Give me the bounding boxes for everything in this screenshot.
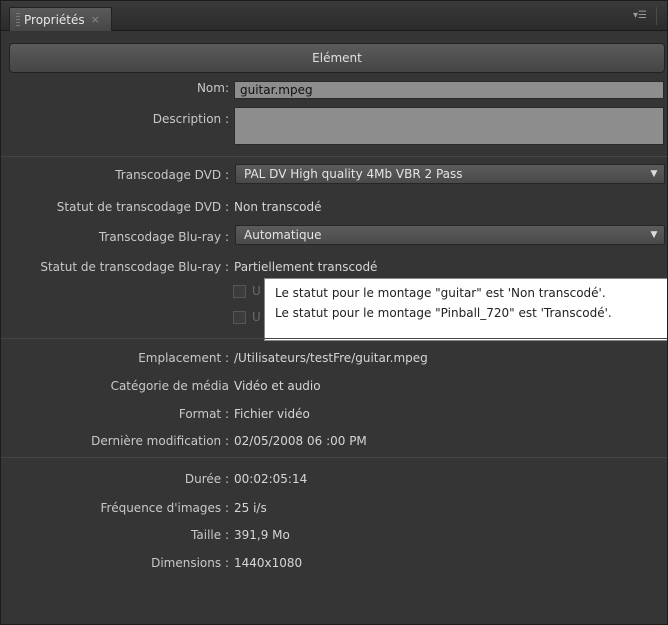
panel-menu-divider xyxy=(656,7,657,25)
dvd-status-label: Statut de transcodage DVD : xyxy=(56,200,229,214)
nom-label: Nom: xyxy=(196,81,229,95)
chevron-down-icon[interactable]: ▼ xyxy=(644,165,664,183)
bluray-transcode-label: Transcodage Blu-ray : xyxy=(98,230,229,244)
grip-icon[interactable] xyxy=(16,12,20,27)
chevron-down-icon[interactable]: ▼ xyxy=(644,226,664,244)
tab-label: Propriétés xyxy=(24,12,85,27)
description-field[interactable] xyxy=(234,107,664,145)
categorie-value: Vidéo et audio xyxy=(234,379,321,393)
bluray-status-value: Partiellement transcodé xyxy=(234,260,378,274)
checkbox-row-2[interactable]: U xyxy=(233,309,263,325)
dimensions-value: 1440x1080 xyxy=(234,556,303,570)
properties-panel: Propriétés × ▾☰ Elément Nom: guitar.mpeg… xyxy=(0,0,668,625)
transcode-status-tooltip: Le statut pour le montage "guitar" est '… xyxy=(264,278,667,341)
format-label: Format : xyxy=(178,407,229,421)
emplacement-label: Emplacement : xyxy=(138,351,229,365)
panel-tab-bar: Propriétés × ▾☰ xyxy=(1,1,667,31)
frequence-label: Fréquence d'images : xyxy=(100,501,230,515)
divider xyxy=(1,156,667,157)
section-header-element[interactable]: Elément xyxy=(9,43,665,73)
dvd-transcode-value: PAL DV High quality 4Mb VBR 2 Pass xyxy=(244,167,463,181)
categorie-label: Catégorie de média xyxy=(110,379,229,393)
nom-field[interactable]: guitar.mpeg xyxy=(234,81,664,99)
emplacement-value: /Utilisateurs/testFre/guitar.mpeg xyxy=(234,351,428,365)
duree-value: 00:02:05:14 xyxy=(234,472,308,486)
checkbox-label: U xyxy=(252,310,261,324)
modification-value: 02/05/2008 06 :00 PM xyxy=(234,434,367,448)
description-label: Description : xyxy=(152,112,229,126)
dvd-status-value: Non transcodé xyxy=(234,200,322,214)
tooltip-line-1: Le statut pour le montage "guitar" est '… xyxy=(275,286,606,300)
dimensions-label: Dimensions : xyxy=(151,556,229,570)
checkbox[interactable] xyxy=(233,310,246,324)
divider xyxy=(1,338,667,339)
checkbox-label: U xyxy=(252,284,261,298)
dvd-transcode-dropdown[interactable]: PAL DV High quality 4Mb VBR 2 Pass ▼ xyxy=(235,164,665,184)
format-value: Fichier vidéo xyxy=(234,407,310,421)
taille-label: Taille : xyxy=(191,528,229,542)
checkbox-row-1[interactable]: U xyxy=(233,283,263,299)
bluray-transcode-dropdown[interactable]: Automatique ▼ xyxy=(235,225,665,245)
taille-value: 391,9 Mo xyxy=(234,528,290,542)
tab-proprietes[interactable]: Propriétés × xyxy=(9,7,112,31)
tooltip-line-2: Le statut pour le montage "Pinball_720" … xyxy=(275,306,612,320)
dvd-transcode-label: Transcodage DVD : xyxy=(115,168,229,182)
close-icon[interactable]: × xyxy=(91,13,100,26)
panel-menu-icon[interactable]: ▾☰ xyxy=(631,9,649,23)
checkbox[interactable] xyxy=(233,284,246,298)
bluray-status-label: Statut de transcodage Blu-ray : xyxy=(40,260,229,274)
bluray-transcode-value: Automatique xyxy=(244,228,322,242)
divider xyxy=(1,457,667,458)
duree-label: Durée : xyxy=(184,472,229,486)
frequence-value: 25 i/s xyxy=(234,501,267,515)
modification-label: Dernière modification : xyxy=(91,434,229,448)
